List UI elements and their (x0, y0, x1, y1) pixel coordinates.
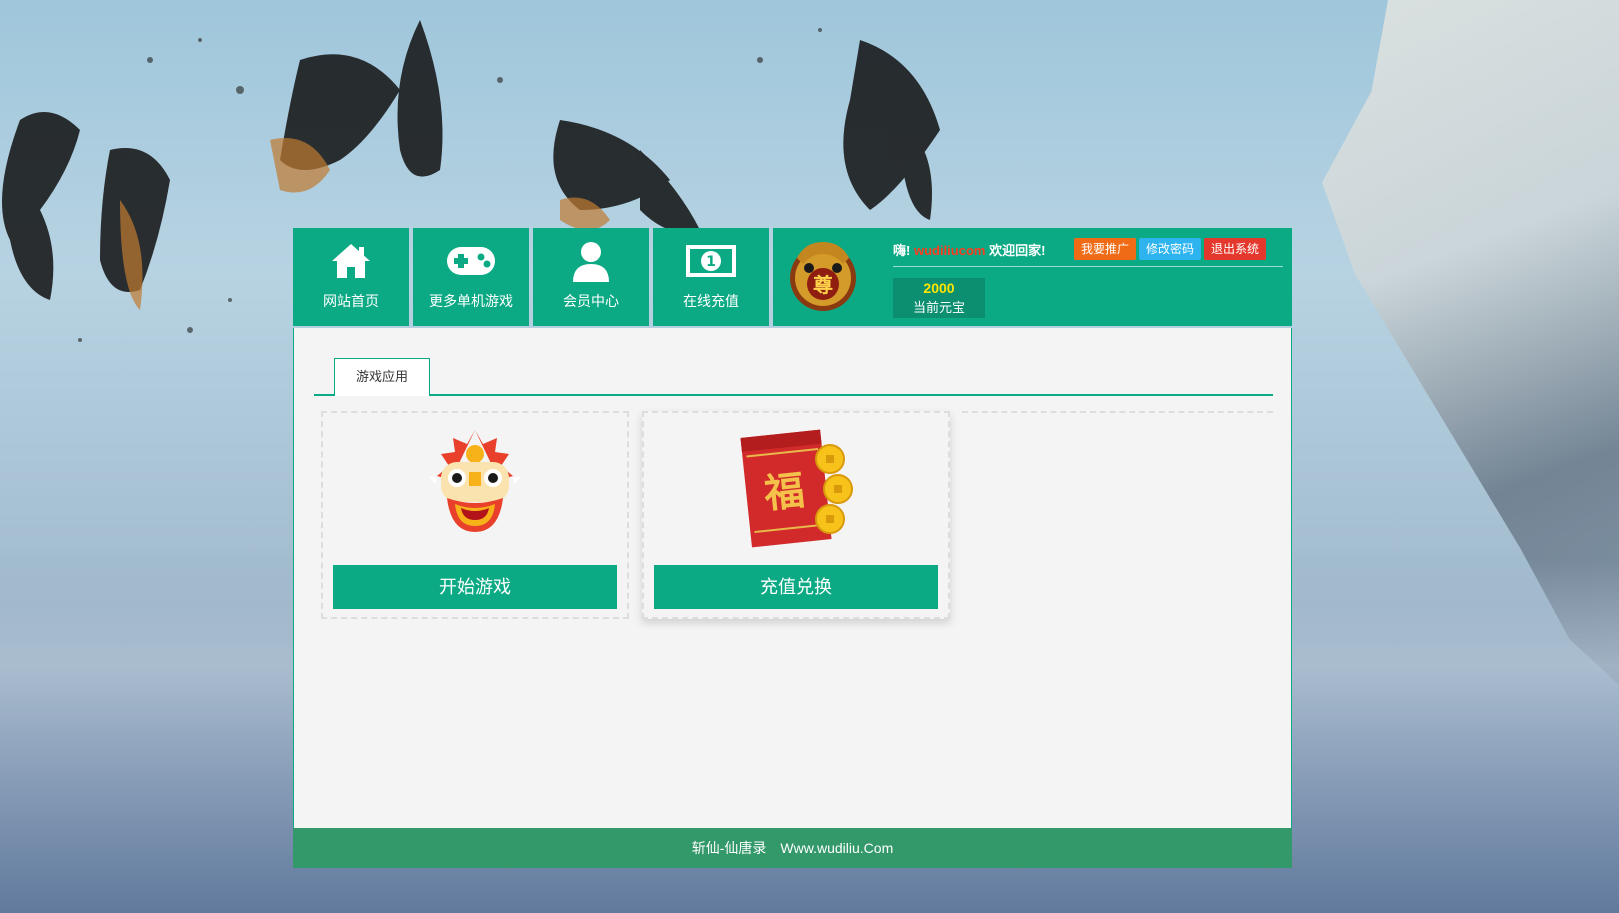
balance-label: 当前元宝 (912, 300, 965, 315)
avatar: 尊 (787, 238, 859, 316)
svg-text:1: 1 (706, 254, 716, 270)
change-password-button[interactable]: 修改密码 (1139, 238, 1202, 260)
svg-text:尊: 尊 (813, 273, 833, 297)
balance-box: 2000 当前元宝 (893, 278, 985, 318)
user-panel: 尊 嗨! wudiliucom 欢迎回家! 我要推广 修改密码 退出系统 200… (773, 228, 1292, 326)
greeting-text: 嗨! wudiliucom 欢迎回家! (893, 240, 1045, 259)
nav-home-label: 网站首页 (323, 293, 379, 309)
game-card-recharge: 福 充值兑换 (642, 411, 950, 619)
user-icon (533, 240, 649, 282)
greeting-prefix: 嗨! (893, 243, 911, 258)
balance-amount: 2000 (923, 280, 955, 296)
nav-more-games-label: 更多单机游戏 (429, 293, 513, 309)
game-card-start: 开始游戏 (321, 411, 629, 619)
tab-bar: 游戏应用 (314, 358, 1273, 396)
tab-active-underfill (335, 394, 429, 396)
user-divider (893, 266, 1283, 267)
nav-recharge-label: 在线充值 (683, 293, 739, 309)
start-game-button[interactable]: 开始游戏 (333, 565, 617, 609)
top-navigation: 网站首页 更多单机游戏 会员中心 1 在线充值 尊 嗨! wudiliucom … (293, 228, 1292, 326)
greeting-suffix: 欢迎回家! (989, 243, 1046, 258)
nav-member-center[interactable]: 会员中心 (533, 228, 649, 326)
money-icon: 1 (653, 240, 769, 282)
promote-button[interactable]: 我要推广 (1074, 238, 1137, 260)
recharge-exchange-button[interactable]: 充值兑换 (654, 565, 938, 609)
empty-card-slot-border (962, 411, 1273, 413)
tab-game-apps[interactable]: 游戏应用 (334, 358, 430, 394)
username: wudiliucom (913, 243, 986, 258)
home-icon (293, 240, 409, 282)
nav-member-center-label: 会员中心 (563, 293, 619, 309)
nav-more-games[interactable]: 更多单机游戏 (413, 228, 529, 326)
main-container: 网站首页 更多单机游戏 会员中心 1 在线充值 尊 嗨! wudiliucom … (293, 228, 1292, 868)
content-area: 游戏应用 开始游戏 福 充值兑换 (293, 328, 1292, 828)
nav-home[interactable]: 网站首页 (293, 228, 409, 326)
logout-button[interactable]: 退出系统 (1204, 238, 1267, 260)
nav-recharge[interactable]: 1 在线充值 (653, 228, 769, 326)
lion-dance-icon (323, 423, 627, 553)
svg-text:福: 福 (761, 467, 807, 518)
red-envelope-icon: 福 (644, 423, 948, 553)
footer: 斩仙-仙唐录 Www.wudiliu.Com (293, 828, 1292, 868)
gamepad-icon (413, 240, 529, 282)
